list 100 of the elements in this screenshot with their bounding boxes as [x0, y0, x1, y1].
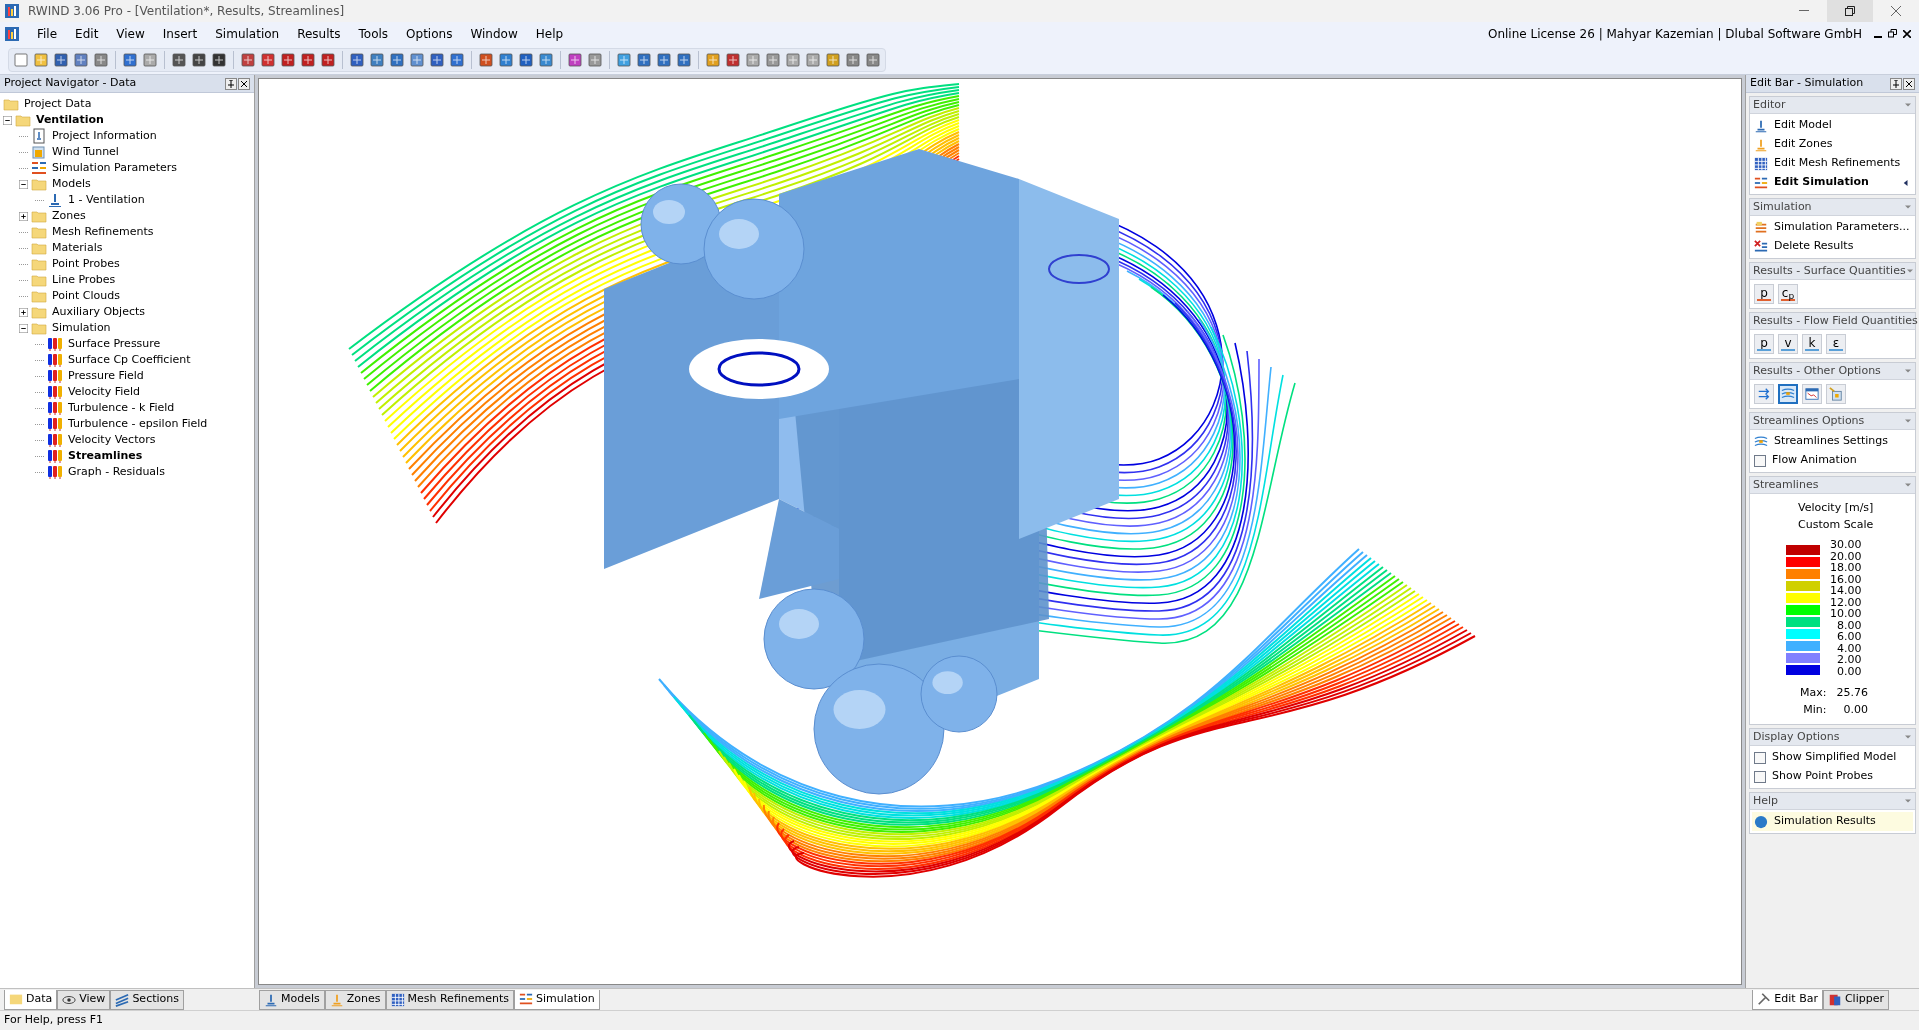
toolbar-icon[interactable]	[636, 51, 652, 68]
tree-item[interactable]: Models	[52, 175, 91, 193]
toolbar-icon[interactable]	[280, 51, 296, 68]
toolbar-icon[interactable]	[676, 51, 692, 68]
edit-bar-link[interactable]: Edit Model	[1774, 117, 1832, 134]
menu-item[interactable]: Help	[526, 24, 573, 43]
close-icon[interactable]	[1903, 29, 1911, 38]
dropdown-caret-icon[interactable]	[1904, 797, 1912, 805]
dropdown-caret-icon[interactable]	[1904, 367, 1912, 375]
edit-bar-link[interactable]: Simulation Parameters...	[1774, 219, 1910, 236]
tree-item[interactable]: Turbulence - k Field	[68, 399, 175, 417]
quantity-button[interactable]: p	[1754, 284, 1774, 304]
menu-item[interactable]: Edit	[66, 24, 108, 43]
toolbar-icon[interactable]	[478, 51, 494, 68]
tree-item[interactable]: Materials	[52, 239, 103, 257]
checkbox[interactable]	[1754, 454, 1766, 467]
tree-item[interactable]: Simulation Parameters	[52, 159, 178, 177]
toolbar-icon[interactable]	[300, 51, 316, 68]
toolbar-icon[interactable]	[240, 51, 256, 68]
tree-item[interactable]: Velocity Vectors	[68, 431, 156, 449]
collapse-icon[interactable]	[19, 179, 28, 189]
pin-button[interactable]	[225, 77, 237, 90]
toolbar-icon[interactable]	[191, 51, 207, 68]
checkbox-label[interactable]: Show Simplified Model	[1772, 749, 1897, 766]
menu-item[interactable]: Results	[288, 24, 350, 43]
edit-bar-link[interactable]: Edit Zones	[1774, 136, 1833, 153]
close-button[interactable]	[238, 77, 250, 90]
tab[interactable]: Clipper	[1822, 989, 1889, 1010]
tree-item[interactable]: Graph - Residuals	[68, 463, 165, 481]
section-header[interactable]: Results - Flow Field Quantities	[1753, 312, 1918, 330]
section-header[interactable]: Help	[1753, 792, 1779, 810]
toolbar-icon[interactable]	[656, 51, 672, 68]
tree-item[interactable]: Auxiliary Objects	[52, 303, 145, 321]
tab[interactable]: Mesh Refinements	[385, 989, 515, 1010]
expand-icon[interactable]	[19, 307, 28, 317]
collapse-icon[interactable]	[3, 115, 12, 125]
tab[interactable]: View	[57, 989, 111, 1010]
tree-item[interactable]: Surface Cp Coefficient	[68, 351, 191, 369]
menu-item[interactable]: Simulation	[206, 24, 289, 43]
tree-item[interactable]: Pressure Field	[68, 367, 144, 385]
collapse-icon[interactable]	[19, 323, 28, 333]
tab[interactable]: Simulation	[514, 989, 600, 1010]
quantity-button[interactable]: k	[1802, 334, 1822, 354]
close-button[interactable]	[1903, 77, 1915, 90]
toolbar-icon[interactable]	[725, 51, 741, 68]
quantity-button[interactable]: c$_{p}$	[1778, 284, 1798, 304]
checkbox-label[interactable]: Flow Animation	[1772, 452, 1857, 469]
toolbar-icon[interactable]	[449, 51, 465, 68]
dropdown-caret-icon[interactable]	[1904, 417, 1912, 425]
edit-bar-link[interactable]: Edit Mesh Refinements	[1774, 155, 1901, 172]
tab[interactable]: Zones	[324, 989, 386, 1010]
restore-button[interactable]	[1827, 0, 1873, 22]
toolbar-icon[interactable]	[349, 51, 365, 68]
toolbar-icon[interactable]	[518, 51, 534, 68]
toolbar-icon[interactable]	[171, 51, 187, 68]
toolbar-icon[interactable]	[260, 51, 276, 68]
menu-item[interactable]: Options	[397, 24, 462, 43]
tree-item[interactable]: Streamlines	[68, 447, 143, 465]
toolbar-icon[interactable]	[53, 51, 69, 68]
dropdown-caret-icon[interactable]	[1904, 101, 1912, 109]
edit-bar-link[interactable]: Edit Simulation	[1774, 174, 1869, 191]
tree-item[interactable]: Velocity Field	[68, 383, 141, 401]
tab[interactable]: Models	[259, 989, 325, 1010]
app-logo-icon[interactable]	[4, 25, 20, 42]
dropdown-caret-icon[interactable]	[1905, 267, 1914, 275]
tab[interactable]: Sections	[110, 989, 184, 1010]
quantity-button[interactable]: p	[1754, 334, 1774, 354]
option-button[interactable]	[1778, 384, 1798, 404]
tree-item[interactable]: Project Information	[52, 127, 157, 145]
tab[interactable]: Edit Bar	[1752, 989, 1823, 1010]
menu-item[interactable]: Insert	[153, 24, 207, 43]
menu-item[interactable]: Window	[461, 24, 527, 43]
dropdown-caret-icon[interactable]	[1904, 733, 1912, 741]
menu-item[interactable]: File	[28, 24, 67, 43]
toolbar-icon[interactable]	[429, 51, 445, 68]
checkbox[interactable]	[1754, 770, 1766, 783]
tree-item[interactable]: Point Clouds	[52, 287, 120, 305]
tree-item[interactable]: Simulation	[52, 319, 111, 337]
checkbox[interactable]	[1754, 751, 1766, 764]
edit-bar-link[interactable]: Delete Results	[1774, 238, 1854, 255]
dropdown-caret-icon[interactable]	[1904, 481, 1912, 489]
toolbar-icon[interactable]	[122, 51, 138, 68]
checkbox-label[interactable]: Show Point Probes	[1772, 768, 1873, 785]
quantity-button[interactable]: v	[1778, 334, 1798, 354]
tree-item[interactable]: Wind Tunnel	[52, 143, 119, 161]
tree-item[interactable]: Project Data	[24, 95, 92, 113]
tab[interactable]: Data	[4, 989, 58, 1010]
menu-item[interactable]: View	[107, 24, 154, 43]
tree-item[interactable]: 1 - Ventilation	[68, 191, 145, 209]
tree-item[interactable]: Line Probes	[52, 271, 116, 289]
tree-item[interactable]: Zones	[52, 207, 86, 225]
tree-item[interactable]: Turbulence - epsilon Field	[68, 415, 208, 433]
tree-item[interactable]: Point Probes	[52, 255, 120, 273]
dropdown-caret-icon[interactable]	[1904, 203, 1912, 211]
toolbar-icon[interactable]	[320, 51, 336, 68]
menu-item[interactable]: Tools	[349, 24, 398, 43]
tree-item[interactable]: Mesh Refinements	[52, 223, 154, 241]
quantity-button[interactable]: ε	[1826, 334, 1846, 354]
toolbar-icon[interactable]	[567, 51, 583, 68]
tree-item[interactable]: Ventilation	[36, 111, 104, 129]
